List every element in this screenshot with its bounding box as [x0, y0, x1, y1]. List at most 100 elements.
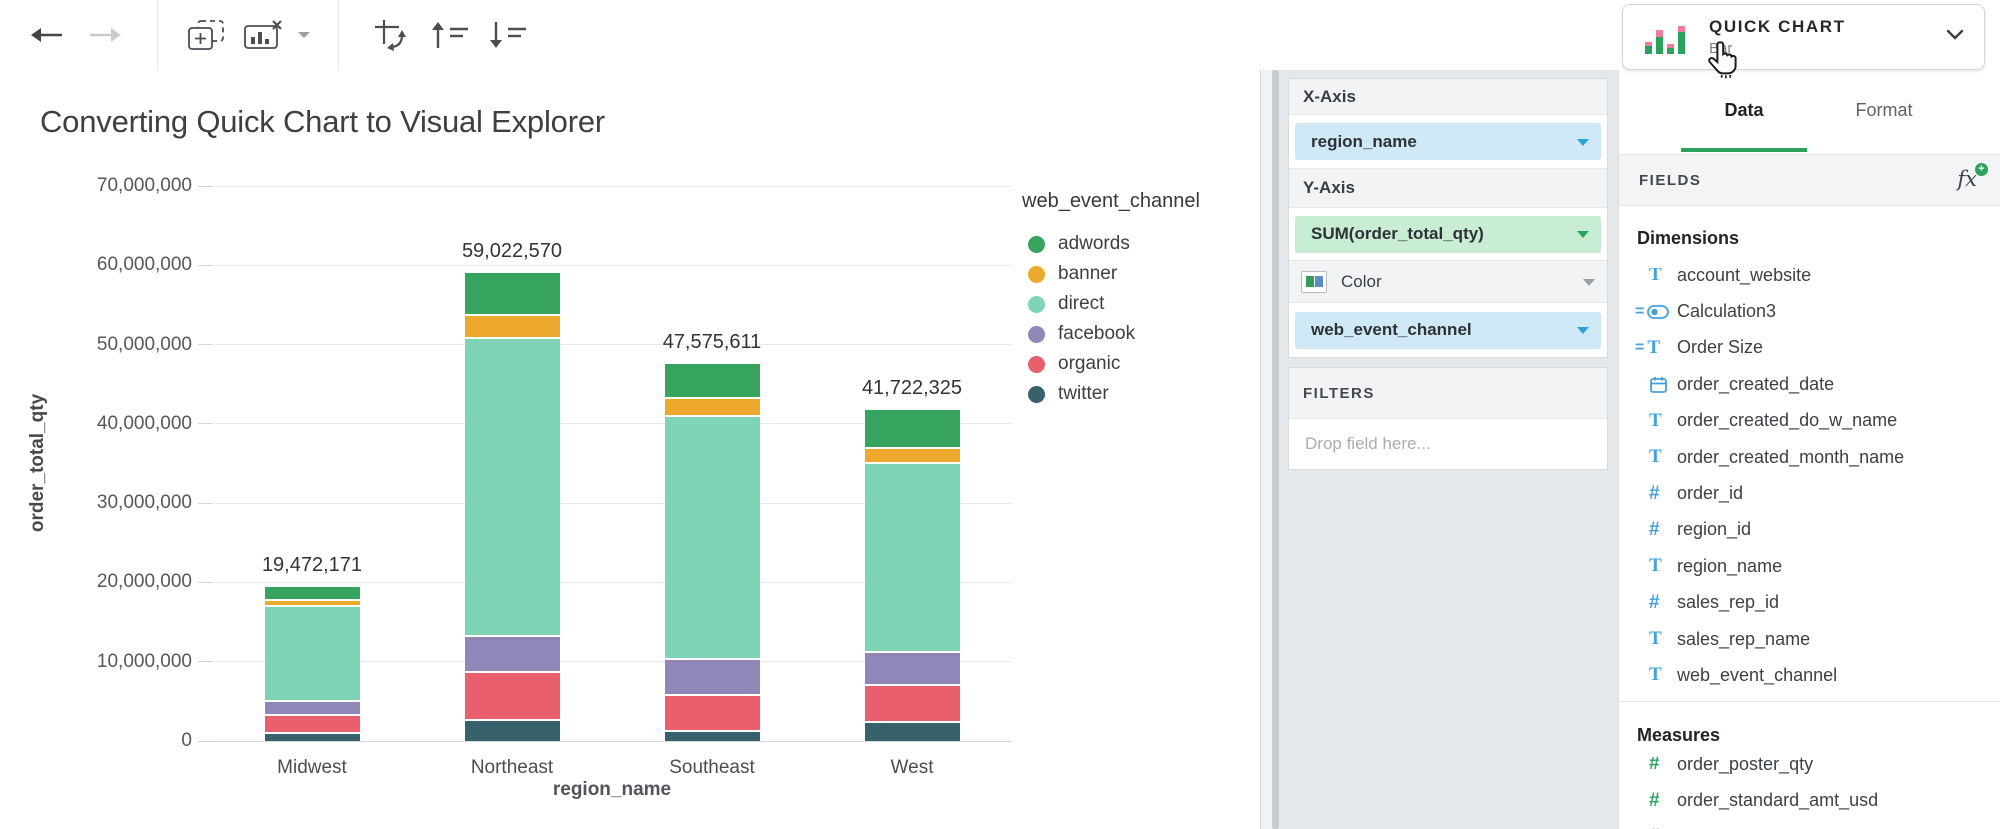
bar-midwest[interactable] [265, 587, 360, 741]
legend-item[interactable]: banner [1022, 259, 1200, 289]
bar-segment-organic[interactable] [265, 714, 360, 732]
color-field-pill[interactable]: web_event_channel [1295, 312, 1601, 349]
remove-chart-dropdown[interactable] [292, 0, 316, 70]
bar-total-label: 41,722,325 [812, 377, 1012, 400]
field-item[interactable]: #order_id [1619, 475, 2000, 511]
y-axis-field-pill[interactable]: SUM(order_total_qty) [1295, 216, 1601, 253]
field-item[interactable]: #sales_rep_id [1619, 585, 2000, 621]
bar-segment-facebook[interactable] [865, 651, 960, 684]
field-label: Order Size [1677, 337, 1763, 358]
x-tick-label: Midwest [232, 757, 392, 779]
forward-button[interactable] [84, 0, 128, 70]
bar-segment-banner[interactable] [865, 447, 960, 462]
swap-axes-button[interactable] [368, 0, 416, 70]
gridline [212, 186, 1012, 187]
bar-segment-facebook[interactable] [465, 635, 560, 671]
bar-segment-twitter[interactable] [865, 721, 960, 741]
toolbar-separator [338, 0, 339, 70]
legend-item[interactable]: organic [1022, 349, 1200, 379]
bar-segment-facebook[interactable] [265, 700, 360, 714]
field-item[interactable]: # [1619, 819, 2000, 829]
caret-down-icon[interactable] [1577, 139, 1589, 146]
y-tick-label: 20,000,000 [0, 571, 192, 593]
bar-segment-direct[interactable] [665, 415, 760, 658]
caret-down-icon[interactable] [1577, 327, 1589, 334]
bar-west[interactable] [865, 410, 960, 741]
bar-segment-adwords[interactable] [265, 587, 360, 599]
field-item[interactable]: #region_id [1619, 512, 2000, 548]
field-item[interactable]: =Calculation3 [1619, 293, 2000, 329]
sort-descending-button[interactable] [484, 0, 532, 70]
x-axis-field-label: region_name [1311, 132, 1417, 152]
scrollbar-thumb[interactable] [1272, 70, 1279, 829]
field-item[interactable]: Tweb_event_channel [1619, 657, 2000, 693]
bar-segment-organic[interactable] [465, 671, 560, 719]
field-item[interactable]: #order_poster_qty [1619, 746, 2000, 782]
add-chart-button[interactable] [182, 0, 230, 70]
bar-segment-banner[interactable] [465, 314, 560, 337]
legend-swatch [1028, 326, 1045, 343]
y-tick-label: 30,000,000 [0, 492, 192, 514]
field-item[interactable]: Tsales_rep_name [1619, 621, 2000, 657]
legend-swatch [1028, 356, 1045, 373]
legend-items: adwords banner directfacebookorganictwitte… [1022, 229, 1200, 409]
field-item[interactable]: Torder_created_do_w_name [1619, 403, 2000, 439]
sort-descending-icon [488, 20, 528, 50]
bar-northeast[interactable] [465, 273, 560, 741]
color-field-row: web_event_channel [1289, 303, 1607, 357]
bar-segment-facebook[interactable] [665, 658, 760, 694]
field-label: account_website [1677, 265, 1811, 286]
bar-segment-twitter[interactable] [465, 719, 560, 741]
legend-swatch [1028, 236, 1045, 253]
y-tick-label: 60,000,000 [0, 254, 192, 276]
tab-format[interactable]: Format [1819, 70, 1949, 150]
bar-segment-adwords[interactable] [665, 364, 760, 397]
bar-total-label: 19,472,171 [212, 554, 412, 577]
y-tick-mark [198, 423, 212, 424]
bar-segment-twitter[interactable] [265, 732, 360, 741]
bar-segment-twitter[interactable] [665, 730, 760, 741]
bar-segment-direct[interactable] [465, 337, 560, 634]
legend-label: banner [1058, 263, 1117, 285]
forward-arrow-icon [88, 25, 124, 45]
bar-segment-adwords[interactable] [465, 273, 560, 314]
y-tick-label: 70,000,000 [0, 175, 192, 197]
measures-list: #order_poster_qty#order_standard_amt_usd… [1619, 746, 2000, 829]
field-item[interactable]: Torder_created_month_name [1619, 439, 2000, 475]
add-calculation-button[interactable]: fx+ [1957, 167, 1977, 191]
bar-segment-adwords[interactable] [865, 410, 960, 447]
legend-item[interactable]: adwords [1022, 229, 1200, 259]
field-item[interactable]: #order_standard_amt_usd [1619, 782, 2000, 818]
remove-chart-button[interactable] [238, 0, 290, 70]
text-calc-icon: =T [1649, 337, 1677, 359]
bar-segment-direct[interactable] [265, 605, 360, 699]
field-item[interactable]: =TOrder Size [1619, 330, 2000, 366]
tab-data[interactable]: Data [1679, 70, 1809, 150]
field-item[interactable]: Tregion_name [1619, 548, 2000, 584]
number-icon: # [1649, 483, 1677, 505]
x-axis-field-pill[interactable]: region_name [1295, 123, 1601, 160]
field-item[interactable]: Taccount_website [1619, 257, 2000, 293]
legend-item[interactable]: facebook [1022, 319, 1200, 349]
bar-segment-banner[interactable] [665, 397, 760, 415]
back-arrow-icon [28, 25, 64, 45]
caret-down-icon[interactable] [1577, 231, 1589, 238]
field-item[interactable]: order_created_date [1619, 366, 2000, 402]
y-tick-label: 10,000,000 [0, 651, 192, 673]
bar-segment-organic[interactable] [865, 684, 960, 721]
y-tick-mark [198, 186, 212, 187]
text-icon: T [1649, 664, 1677, 686]
color-row[interactable]: Color [1289, 261, 1607, 303]
caret-down-icon[interactable] [1583, 279, 1595, 286]
quick-chart-button[interactable]: QUICK CHART Bar [1622, 4, 1985, 70]
caret-down-icon [297, 31, 311, 39]
bar-segment-direct[interactable] [865, 462, 960, 651]
back-button[interactable] [24, 0, 68, 70]
bar-southeast[interactable] [665, 364, 760, 741]
legend-item[interactable]: twitter [1022, 379, 1200, 409]
bar-segment-organic[interactable] [665, 694, 760, 730]
sort-ascending-button[interactable] [426, 0, 474, 70]
legend-item[interactable]: direct [1022, 289, 1200, 319]
color-swatch-icon [1301, 271, 1327, 293]
filters-dropzone[interactable]: Drop field here... [1289, 419, 1607, 469]
